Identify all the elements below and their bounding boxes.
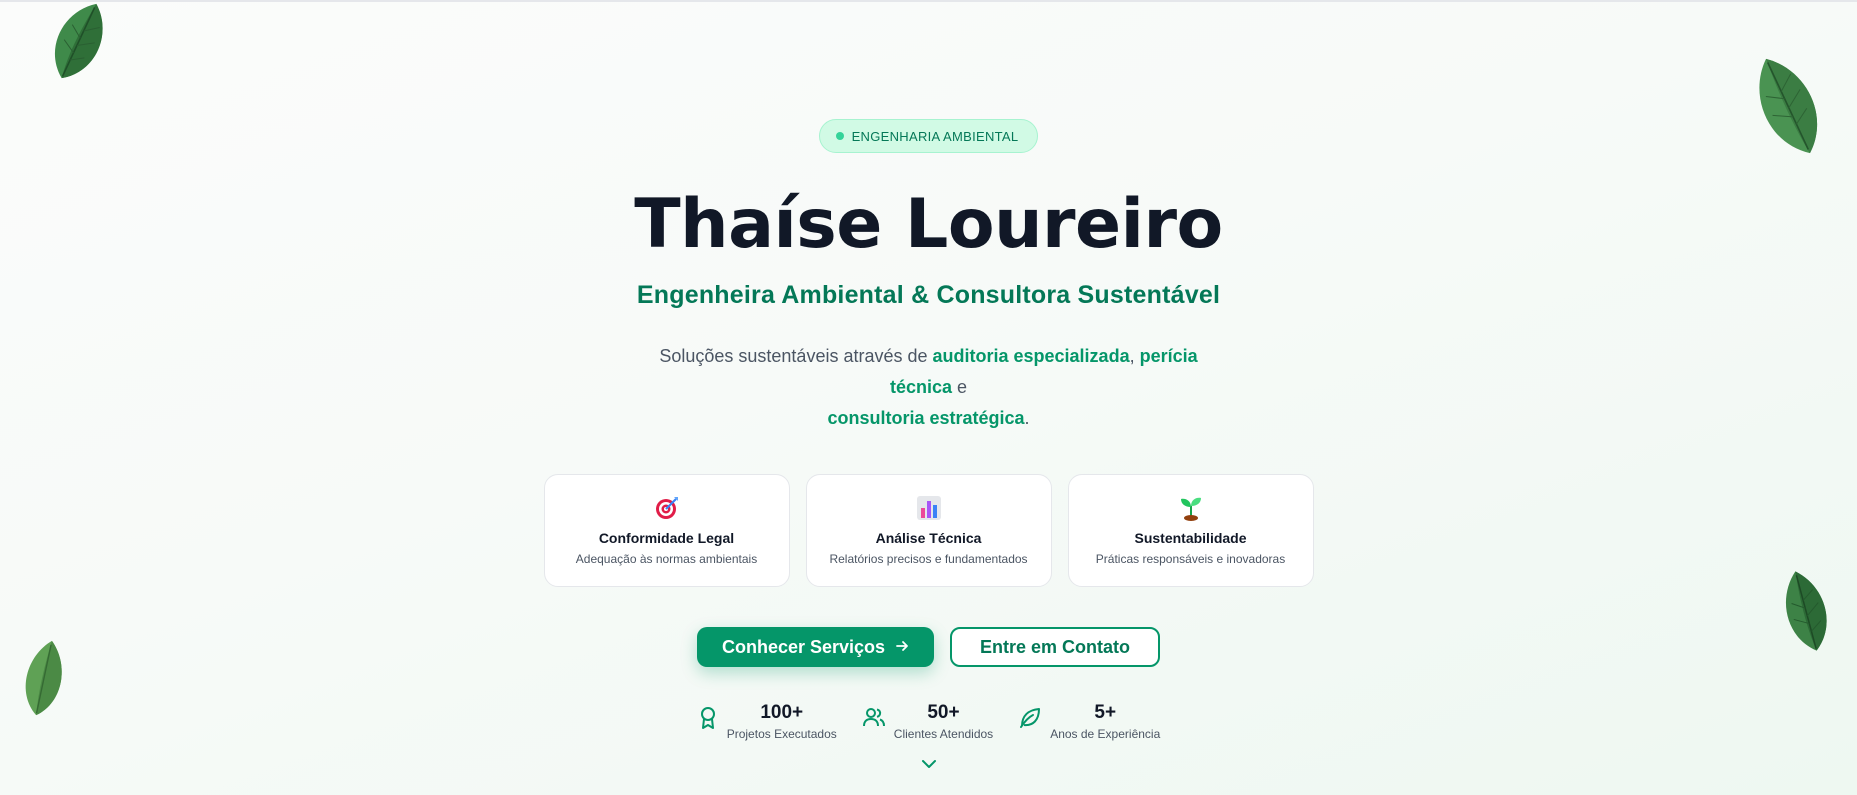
target-icon xyxy=(654,495,680,521)
stat-value: 5+ xyxy=(1094,702,1117,723)
bar-chart-icon xyxy=(916,495,942,521)
stat-label: Clientes Atendidos xyxy=(893,727,994,741)
leaf-icon xyxy=(1018,706,1042,735)
feature-card-sustainability: Sustentabilidade Práticas responsáveis e… xyxy=(1067,474,1314,587)
hero-description: Soluções sustentáveis através de auditor… xyxy=(629,341,1229,434)
description-text: . xyxy=(1024,408,1030,428)
feature-title: Sustentabilidade xyxy=(1134,530,1247,546)
feature-description: Práticas responsáveis e inovadoras xyxy=(1095,552,1286,566)
seedling-icon xyxy=(1178,495,1204,521)
cta-buttons: Conhecer Serviços Entre em Contato xyxy=(697,627,1160,667)
description-text: , xyxy=(1129,346,1140,366)
services-button-label: Conhecer Serviços xyxy=(721,636,886,657)
description-highlight-audit: auditoria especializada xyxy=(932,346,1130,366)
feature-description: Adequação às normas ambientais xyxy=(575,552,758,566)
stat-projects: 100+ Projetos Executados xyxy=(697,702,837,741)
description-text: Soluções sustentáveis através de xyxy=(659,346,933,366)
feature-description: Relatórios precisos e fundamentados xyxy=(829,552,1028,566)
stat-clients: 50+ Clientes Atendidos xyxy=(862,702,993,741)
stat-value: 50+ xyxy=(927,702,960,723)
stat-value: 100+ xyxy=(760,702,804,723)
description-text: e xyxy=(952,377,968,397)
chevron-down-icon[interactable] xyxy=(920,757,938,775)
hero-section: ENGENHARIA AMBIENTAL Thaíse Loureiro Eng… xyxy=(0,0,1857,795)
feature-card-legal: Conformidade Legal Adequação às normas a… xyxy=(543,474,790,587)
arrow-right-icon xyxy=(895,637,909,658)
stat-label: Anos de Experiência xyxy=(1050,727,1161,741)
feature-cards: Conformidade Legal Adequação às normas a… xyxy=(543,474,1314,587)
stat-experience: 5+ Anos de Experiência xyxy=(1018,702,1160,741)
feature-title: Conformidade Legal xyxy=(598,530,735,546)
feature-title: Análise Técnica xyxy=(875,530,982,546)
award-icon xyxy=(697,706,719,735)
contact-button[interactable]: Entre em Contato xyxy=(950,627,1160,667)
services-button[interactable]: Conhecer Serviços xyxy=(697,627,934,667)
badge-dot-icon xyxy=(835,132,844,140)
badge-label: ENGENHARIA AMBIENTAL xyxy=(851,128,1019,144)
category-badge: ENGENHARIA AMBIENTAL xyxy=(818,119,1039,153)
contact-button-label: Entre em Contato xyxy=(979,636,1130,657)
users-icon xyxy=(862,706,886,733)
feature-card-analysis: Análise Técnica Relatórios precisos e fu… xyxy=(805,474,1052,587)
page-title: Thaíse Loureiro xyxy=(634,185,1223,264)
stat-label: Projetos Executados xyxy=(726,727,837,741)
page-subtitle: Engenheira Ambiental & Consultora Susten… xyxy=(636,281,1221,309)
description-highlight-consulting: consultoria estratégica xyxy=(827,408,1025,428)
stats-row: 100+ Projetos Executados 50+ Clientes At… xyxy=(697,702,1160,741)
